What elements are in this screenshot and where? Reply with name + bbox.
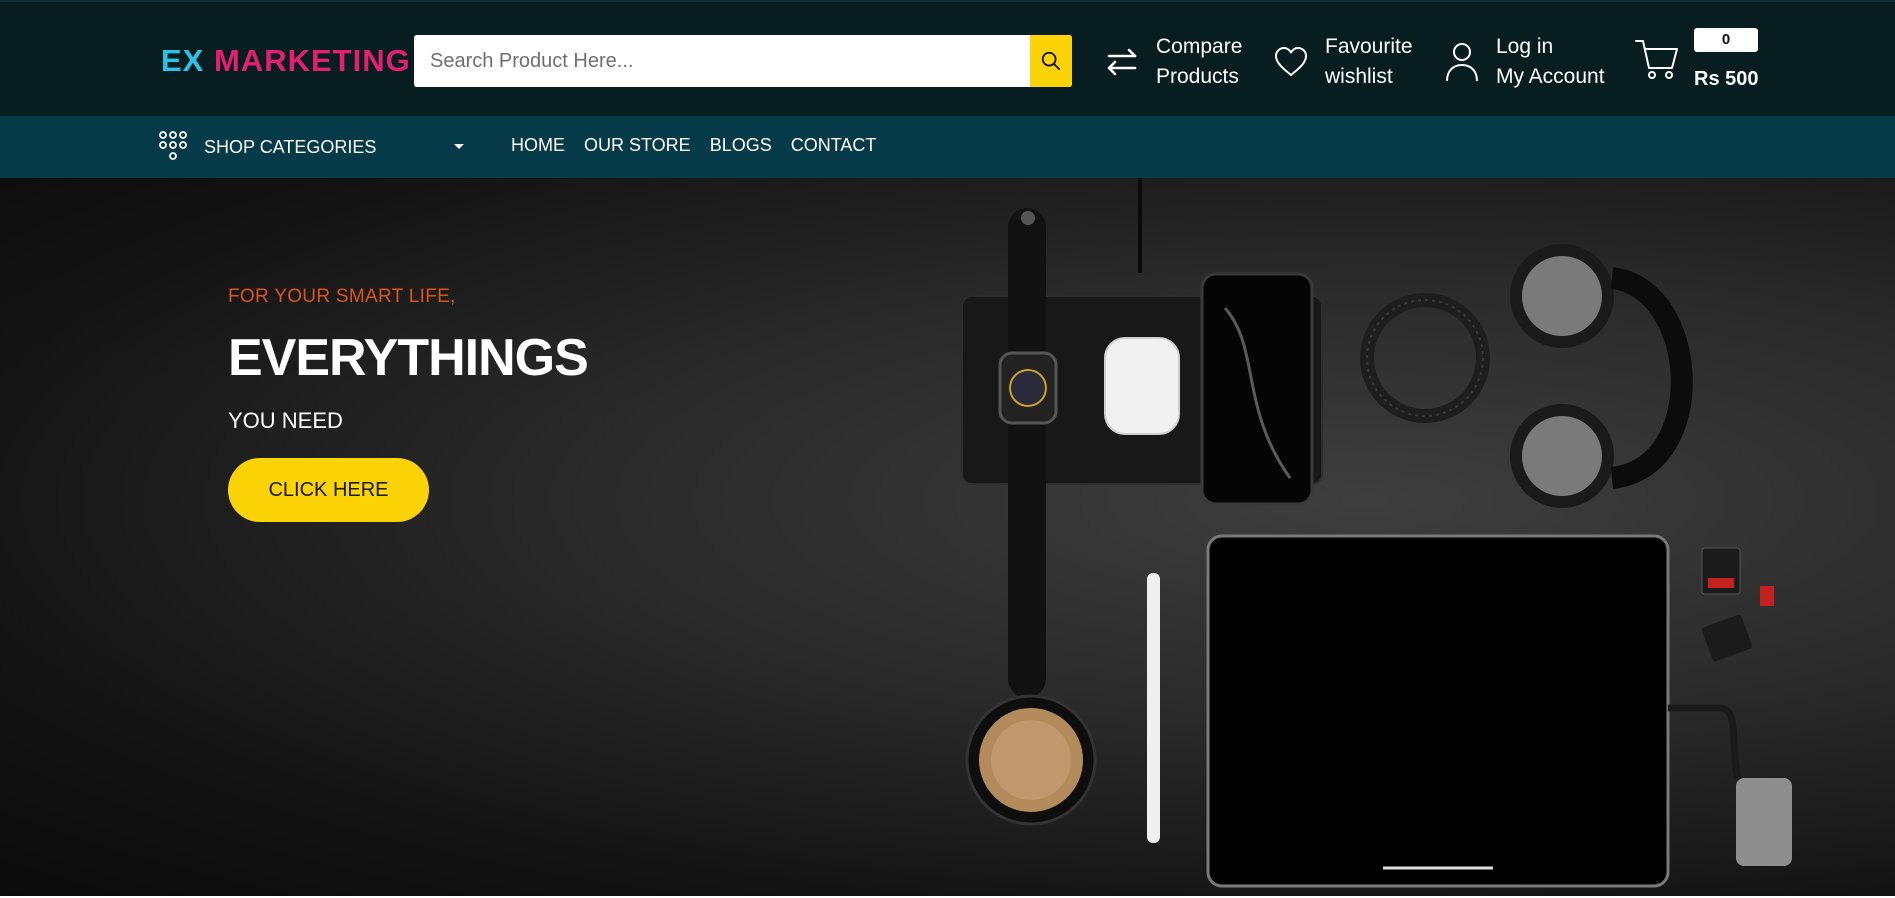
cart-button[interactable]: 0 Rs 500 (1634, 28, 1764, 96)
cart-count-badge: 0 (1694, 28, 1758, 52)
wishlist-line2: wishlist (1325, 65, 1393, 88)
stylus-pen (1147, 573, 1160, 843)
headphone-band (1609, 267, 1693, 489)
hero-products-image (961, 178, 1792, 888)
coiled-cable (1360, 293, 1490, 423)
main-navbar: SHOP CATEGORIES HOME OUR STORE BLOGS CON… (0, 116, 1895, 178)
shop-categories-dropdown[interactable]: SHOP CATEGORIES (158, 131, 464, 163)
wishlist-link[interactable]: Favourite wishlist (1269, 32, 1413, 92)
grid-dots-icon (159, 131, 187, 160)
search-button[interactable] (1030, 35, 1072, 87)
hero-headline: EVERYTHINGS (228, 329, 589, 387)
nav-contact[interactable]: CONTACT (791, 135, 877, 156)
account-line2: My Account (1496, 65, 1605, 88)
search-bar (414, 35, 1072, 87)
smartphone (1200, 272, 1314, 506)
compare-line2: Products (1156, 65, 1239, 88)
site-logo[interactable]: EX MARKETING (161, 43, 411, 78)
compare-arrows-icon (1100, 40, 1144, 84)
user-icon (1440, 40, 1484, 84)
watch-band (1008, 208, 1046, 698)
wishlist-line1: Favourite (1325, 35, 1413, 58)
nav-menu: HOME OUR STORE BLOGS CONTACT (511, 135, 876, 156)
search-icon (1041, 51, 1061, 71)
earbuds-case (1104, 337, 1180, 435)
tablet (1206, 534, 1670, 888)
compare-products-link[interactable]: Compare Products (1100, 32, 1242, 92)
nav-home[interactable]: HOME (511, 135, 565, 156)
account-line1: Log in (1496, 35, 1554, 58)
nav-our-store[interactable]: OUR STORE (584, 135, 691, 156)
reader-cable (1668, 704, 1742, 779)
cart-icon (1635, 40, 1678, 79)
card-reader (1736, 778, 1792, 866)
cart-total: Rs 500 (1694, 68, 1759, 90)
heart-icon (1269, 40, 1313, 84)
nav-blogs[interactable]: BLOGS (710, 135, 772, 156)
hero-tagline: FOR YOUR SMART LIFE, (228, 286, 456, 307)
logo-part2: MARKETING (213, 43, 411, 78)
click-here-button[interactable]: CLICK HERE (228, 458, 429, 522)
search-input[interactable] (414, 35, 1030, 87)
compare-line1: Compare (1156, 35, 1243, 58)
account-link[interactable]: Log in My Account (1440, 32, 1605, 92)
hero-banner: FOR YOUR SMART LIFE, EVERYTHINGS YOU NEE… (0, 178, 1895, 896)
shop-categories-label: SHOP CATEGORIES (204, 136, 377, 157)
top-header: EX MARKETING Compare Products (0, 0, 1895, 116)
hero-subline: YOU NEED (228, 408, 343, 433)
logo-part1: EX (161, 43, 205, 78)
chevron-down-icon (454, 144, 464, 149)
